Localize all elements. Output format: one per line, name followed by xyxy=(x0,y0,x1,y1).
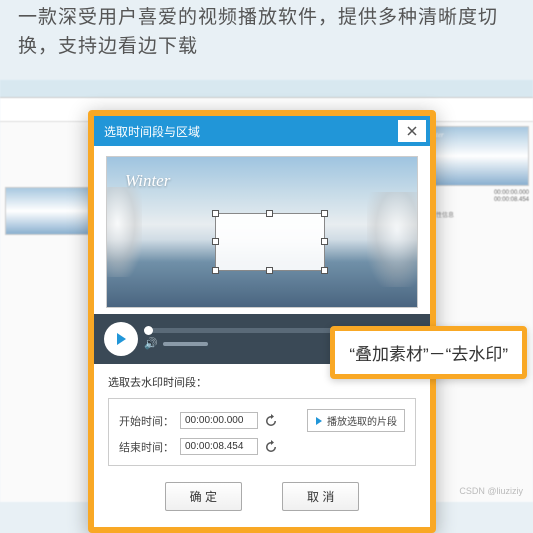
resize-handle-br[interactable] xyxy=(321,267,328,274)
watermark-text: CSDN @liuziziy xyxy=(459,486,523,496)
start-time-label: 开始时间： xyxy=(119,413,174,429)
dialog-titlebar: 选取时间段与区域 xyxy=(94,116,430,146)
bg-left-panel xyxy=(0,122,95,502)
resize-handle-b[interactable] xyxy=(266,267,273,274)
close-icon xyxy=(407,126,417,136)
play-button[interactable] xyxy=(104,322,138,356)
preview-area: Winter xyxy=(94,146,430,314)
select-time-region-dialog: 选取时间段与区域 Winter xyxy=(88,110,436,533)
tutorial-callout: “叠加素材”－“去水印” xyxy=(330,326,527,379)
end-time-input[interactable] xyxy=(180,438,258,455)
video-preview[interactable]: Winter xyxy=(106,156,418,308)
resize-handle-t[interactable] xyxy=(266,210,273,217)
close-button[interactable] xyxy=(398,120,426,142)
bg-titlebar xyxy=(0,80,533,98)
preview-overlay-text: Winter xyxy=(125,171,170,191)
cancel-button[interactable]: 取 消 xyxy=(282,482,359,511)
play-selection-label: 播放选取的片段 xyxy=(327,413,397,428)
dialog-title: 选取时间段与区域 xyxy=(104,123,398,140)
selection-rectangle[interactable] xyxy=(215,213,325,271)
volume-icon[interactable]: 🔊 xyxy=(144,337,158,350)
bg-thumbnail xyxy=(5,187,89,235)
resize-handle-bl[interactable] xyxy=(212,267,219,274)
resize-handle-r[interactable] xyxy=(321,238,328,245)
resize-handle-tl[interactable] xyxy=(212,210,219,217)
play-small-icon xyxy=(315,417,323,425)
reset-start-icon[interactable] xyxy=(264,414,278,428)
volume-slider[interactable] xyxy=(163,342,208,346)
time-inputs-box: 开始时间： 播放选取的片段 结束时间： xyxy=(108,398,416,466)
progress-thumb[interactable] xyxy=(144,326,153,335)
resize-handle-l[interactable] xyxy=(212,238,219,245)
article-description: 一款深受用户喜爱的视频播放软件，提供多种清晰度切换，支持边看边下载 xyxy=(18,4,523,61)
play-icon xyxy=(114,332,128,346)
scene-tree-left xyxy=(107,187,142,277)
progress-bar[interactable] xyxy=(144,328,332,333)
time-range-section: 选取去水印时间段： 开始时间： 播放选取的片段 结束时间： 确 定 取 消 xyxy=(94,364,430,527)
scene-tree-right xyxy=(367,192,417,287)
play-selection-button[interactable]: 播放选取的片段 xyxy=(307,409,405,432)
start-time-input[interactable] xyxy=(180,412,258,429)
ok-button[interactable]: 确 定 xyxy=(165,482,242,511)
reset-end-icon[interactable] xyxy=(264,440,278,454)
dialog-buttons: 确 定 取 消 xyxy=(108,480,416,515)
resize-handle-tr[interactable] xyxy=(321,210,328,217)
end-time-label: 结束时间： xyxy=(119,439,174,455)
